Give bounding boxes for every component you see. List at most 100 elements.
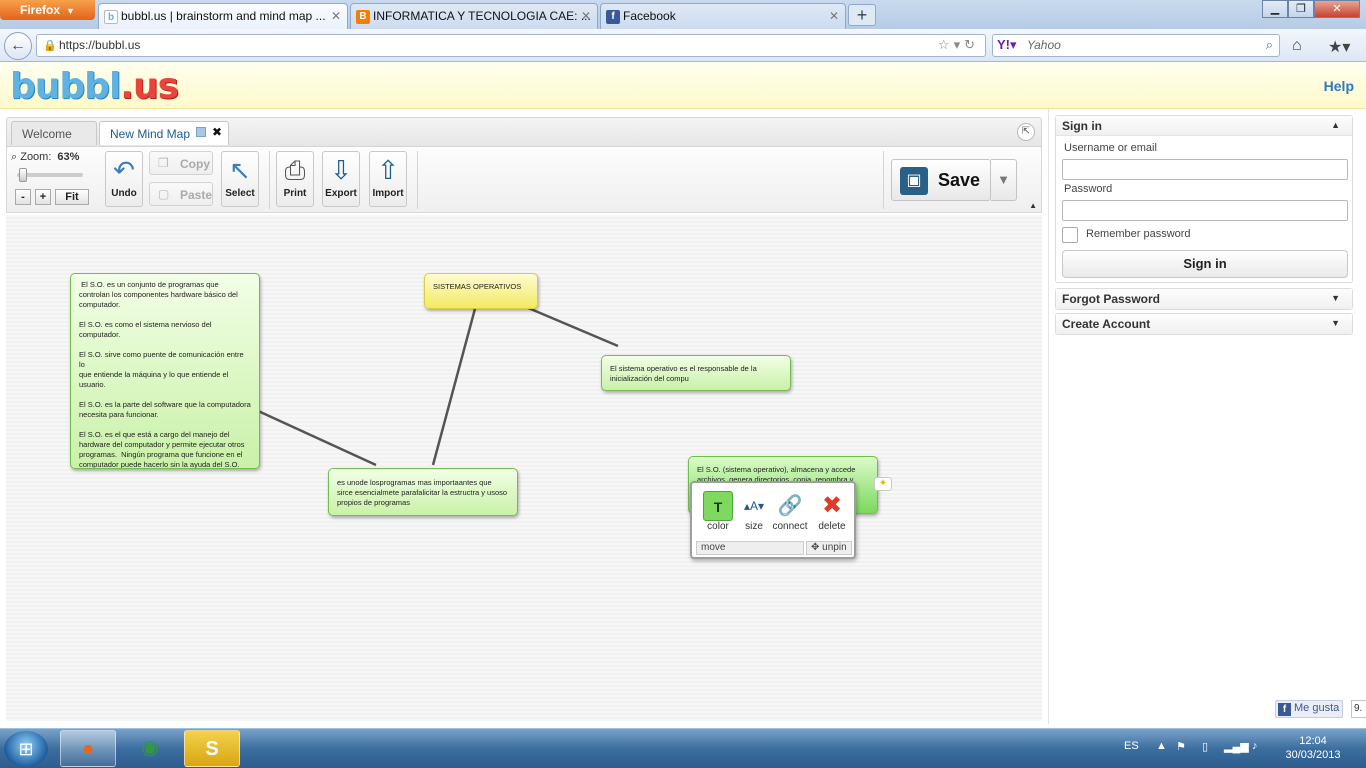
idea-bubble-definition[interactable]: El S.O. es un conjunto de programas que …	[70, 273, 260, 469]
sign-in-panel: Sign in ▲ Username or email Password Reme…	[1055, 115, 1353, 283]
close-window-icon[interactable]: ✕	[1314, 0, 1360, 18]
idea-bubble-initialization[interactable]: El sistema operativo es el responsable d…	[601, 355, 791, 391]
tab-title: INFORMATICA Y TECNOLOGIA CAE: ...	[373, 9, 591, 23]
windows-start-icon[interactable]: ⊞	[4, 731, 48, 767]
delete-menu-item[interactable]: ✖ delete	[812, 491, 852, 532]
system-clock[interactable]: 12:04 30/03/2013	[1278, 734, 1348, 762]
forgot-password-header[interactable]: Forgot Password ▼	[1056, 289, 1352, 309]
action-center-flag-icon[interactable]: ⚑	[1176, 740, 1186, 753]
connector-line	[525, 305, 619, 348]
chrome-taskbar-icon[interactable]: ◉	[122, 730, 178, 767]
new-tab-button[interactable]: +	[848, 4, 876, 26]
move-handle[interactable]: move	[696, 541, 804, 555]
close-tab-icon[interactable]: ✕	[331, 9, 341, 23]
floppy-disk-icon: ▣	[900, 167, 928, 195]
save-button[interactable]: ▣ Save	[891, 159, 991, 201]
save-options-dropdown[interactable]: ▼	[991, 159, 1017, 201]
color-menu-item[interactable]: T color	[698, 491, 738, 532]
sign-in-header[interactable]: Sign in ▲	[1056, 116, 1352, 136]
password-label: Password	[1064, 183, 1113, 195]
username-label: Username or email	[1064, 142, 1157, 154]
browser-tab-bubbl[interactable]: b bubbl.us | brainstorm and mind map ...…	[98, 3, 348, 29]
battery-icon[interactable]: ▯	[1202, 740, 1208, 753]
zoom-slider-handle[interactable]	[19, 168, 27, 182]
add-note-icon[interactable]: ✦	[874, 477, 892, 491]
size-menu-item[interactable]: ▴A▾ size	[734, 491, 774, 532]
sign-in-button[interactable]: Sign in	[1062, 250, 1348, 278]
browser-tab-informatica[interactable]: B INFORMATICA Y TECNOLOGIA CAE: ... ✕	[350, 3, 598, 29]
bookmarks-icon[interactable]: ★▾	[1328, 37, 1350, 57]
blogger-favicon-icon: B	[356, 10, 370, 24]
create-account-panel[interactable]: Create Account ▼	[1055, 313, 1353, 335]
unpin-button[interactable]: ✥ unpin	[806, 541, 852, 555]
skype-taskbar-icon[interactable]: S	[184, 730, 240, 767]
connect-menu-item[interactable]: 🔗 connect	[770, 491, 810, 532]
collapse-toolbar-icon[interactable]: ▲	[1029, 201, 1037, 210]
volume-icon[interactable]: ♪	[1252, 740, 1258, 752]
username-input[interactable]	[1062, 159, 1348, 180]
zoom-fit-button[interactable]: Fit	[55, 189, 89, 205]
firefox-menu-button[interactable]: Firefox ▼	[0, 0, 95, 20]
zoom-label: ⌕ Zoom: 63%	[11, 151, 80, 163]
back-arrow-icon[interactable]: ←	[4, 32, 32, 60]
mind-map-app: Welcome New Mind Map ✖ ⇱ ⌕ Zoom: 63% - + …	[0, 109, 1048, 724]
remember-password-checkbox[interactable]	[1062, 227, 1078, 243]
select-label: Select	[225, 188, 255, 199]
close-tab-icon[interactable]: ✕	[581, 9, 591, 23]
popout-icon[interactable]: ⇱	[1017, 123, 1035, 141]
account-sidebar: Sign in ▲ Username or email Password Reme…	[1048, 109, 1366, 724]
language-indicator[interactable]: ES	[1124, 740, 1139, 752]
paste-button[interactable]: ▢ Paste	[149, 182, 213, 206]
forgot-password-panel[interactable]: Forgot Password ▼	[1055, 288, 1353, 310]
zoom-out-button[interactable]: -	[15, 189, 31, 205]
zoom-in-button[interactable]: +	[35, 189, 51, 205]
close-icon[interactable]: ✖	[212, 125, 222, 139]
search-icon[interactable]: ⌕	[1266, 37, 1273, 53]
import-icon: ⇧	[377, 155, 399, 185]
tab-label: New Mind Map	[110, 127, 191, 141]
pin-icon: ✥	[811, 542, 823, 553]
bookmark-star-icon[interactable]: ☆▾↻	[938, 37, 979, 53]
font-size-icon: ▴A▾	[743, 499, 765, 513]
windows-taskbar: ⊞ ● ◉ S ES ▲ ⚑ ▯ ▂▄▆ ♪ 12:04 30/03/2013	[0, 728, 1366, 768]
idea-bubble-importance[interactable]: es unode losprogramas mas importaantes q…	[328, 468, 518, 516]
save-label: Save	[938, 170, 981, 190]
show-hidden-icons-icon[interactable]: ▲	[1156, 740, 1167, 752]
tab-new-mind-map[interactable]: New Mind Map ✖	[99, 121, 229, 145]
import-button[interactable]: ⇧ Import	[369, 151, 407, 207]
password-input[interactable]	[1062, 200, 1348, 221]
firefox-taskbar-icon[interactable]: ●	[60, 730, 116, 767]
browser-nav-bar: ← 🔒 https://bubbl.us ☆▾↻ Y!▾ Yahoo ⌕ ⌂ ★…	[0, 29, 1366, 62]
lock-icon: 🔒	[43, 40, 57, 52]
close-tab-icon[interactable]: ✕	[829, 9, 839, 23]
chevron-up-icon: ▲	[1331, 120, 1340, 130]
export-label: Export	[325, 188, 357, 199]
rename-icon[interactable]	[196, 127, 206, 137]
signal-icon[interactable]: ▂▄▆	[1224, 740, 1249, 753]
url-text: https://bubbl.us	[59, 38, 141, 52]
undo-button[interactable]: ↶ Undo	[105, 151, 143, 207]
help-link[interactable]: Help	[1324, 78, 1354, 94]
home-icon[interactable]: ⌂	[1292, 37, 1302, 55]
printer-icon: ⎙	[284, 155, 306, 185]
export-button[interactable]: ⇩ Export	[322, 151, 360, 207]
select-button[interactable]: ↖ Select	[221, 151, 259, 207]
facebook-like-button[interactable]: f Me gusta	[1275, 700, 1343, 718]
bubbl-logo[interactable]: bubbl.us	[10, 66, 179, 107]
idea-bubble-root[interactable]: SISTEMAS OPERATIVOS	[424, 273, 538, 309]
facebook-favicon-icon: f	[606, 10, 620, 24]
zoom-icon: ⌕	[11, 151, 21, 163]
search-bar[interactable]: Y!▾ Yahoo ⌕	[992, 34, 1280, 57]
url-bar[interactable]: 🔒 https://bubbl.us ☆▾↻	[36, 34, 986, 57]
browser-tab-facebook[interactable]: f Facebook ✕	[600, 3, 846, 29]
mind-map-canvas[interactable]: El S.O. es un conjunto de programas que …	[6, 215, 1042, 721]
export-icon: ⇩	[330, 155, 352, 185]
size-label: size	[745, 521, 763, 532]
clock-time: 12:04	[1299, 735, 1327, 747]
copy-button[interactable]: ❐ Copy	[149, 151, 213, 175]
tab-welcome[interactable]: Welcome	[11, 121, 97, 145]
minimize-icon[interactable]: ▁	[1262, 0, 1288, 18]
create-account-header[interactable]: Create Account ▼	[1056, 314, 1352, 334]
restore-icon[interactable]: ❐	[1288, 0, 1314, 18]
print-button[interactable]: ⎙ Print	[276, 151, 314, 207]
